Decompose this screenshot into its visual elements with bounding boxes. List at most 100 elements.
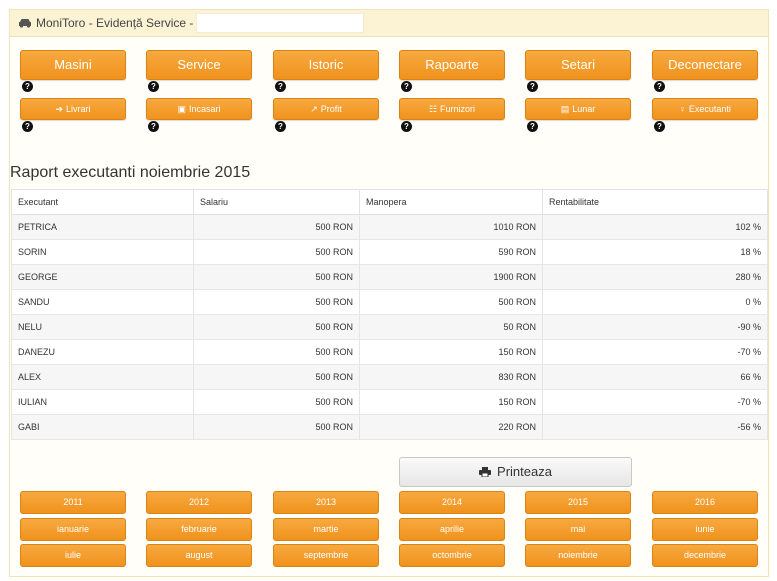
nav-istoric-button[interactable]: Istoric [273,50,379,80]
month-iulie-button[interactable]: iulie [20,544,126,567]
app-header: MoniToro - Evidență Service - [10,10,768,37]
month-octombrie-button[interactable]: octombrie [399,544,505,567]
year-2014-button[interactable]: 2014 [399,491,505,514]
cell-manopera: 1900 RON [359,264,543,290]
cell-rentabilitate: 66 % [542,364,768,390]
year-2015-button[interactable]: 2015 [525,491,631,514]
cell-rentabilitate: 102 % [542,214,768,240]
table-row: GABI 500 RON 220 RON -56 % [11,414,768,440]
year-2016-button[interactable]: 2016 [652,491,758,514]
month-aprilie-button[interactable]: aprilie [399,518,505,541]
print-button-label: Printeaza [497,464,552,479]
cell-executant: IULIAN [11,389,194,415]
cell-salariu: 500 RON [193,214,360,240]
column-header-executant[interactable]: Executant [11,189,194,215]
cell-executant: SANDU [11,289,194,315]
help-icon[interactable]: ? [275,81,286,92]
help-icon[interactable]: ? [654,121,665,132]
cell-salariu: 500 RON [193,364,360,390]
month-martie-button[interactable]: martie [273,518,379,541]
redacted-field [196,13,365,33]
nav-lunar-button[interactable]: ▤ Lunar [525,98,631,120]
nav-sub-label: Lunar [572,104,596,114]
table-row: SORIN 500 RON 590 RON 18 % [11,239,768,265]
cell-salariu: 500 RON [193,264,360,290]
help-icon[interactable]: ? [275,121,286,132]
cell-executant: ALEX [11,364,194,390]
print-button[interactable]: Printeaza [399,457,632,487]
sitemap-icon: ☷ [428,104,438,114]
cell-rentabilitate: -70 % [542,339,768,365]
nav-incasari-button[interactable]: ▣ Incasari [146,98,252,120]
month-ianuarie-button[interactable]: ianuarie [20,518,126,541]
table-row: NELU 500 RON 50 RON -90 % [11,314,768,340]
nav-deconectare-button[interactable]: Deconectare [652,50,758,80]
nav-sub-label: Furnizori [440,104,476,114]
nav-setari-button[interactable]: Setari [525,50,631,80]
printer-icon [479,467,492,477]
truck-icon: ➔ [55,104,64,114]
cell-manopera: 220 RON [359,414,543,440]
cell-salariu: 500 RON [193,389,360,415]
nav-sub-label: Executanti [688,104,731,114]
nav-furnizori-button[interactable]: ☷ Furnizori [399,98,505,120]
year-2013-button[interactable]: 2013 [273,491,379,514]
cell-manopera: 830 RON [359,364,543,390]
table-row: DANEZU 500 RON 150 RON -70 % [11,339,768,365]
table-row: PETRICA 500 RON 1010 RON 102 % [11,214,768,240]
cell-manopera: 50 RON [359,314,543,340]
cell-manopera: 500 RON [359,289,543,315]
table-row: IULIAN 500 RON 150 RON -70 % [11,389,768,415]
person-icon: ♀ [679,104,686,114]
month-mai-button[interactable]: mai [525,518,631,541]
nav-rapoarte-button[interactable]: Rapoarte [399,50,505,80]
cell-rentabilitate: 0 % [542,289,768,315]
cell-salariu: 500 RON [193,314,360,340]
table-row: SANDU 500 RON 500 RON 0 % [11,289,768,315]
chart-icon: ↗ [310,104,318,114]
help-icon[interactable]: ? [527,81,538,92]
cell-manopera: 1010 RON [359,214,543,240]
help-icon[interactable]: ? [401,81,412,92]
cell-executant: GABI [11,414,194,440]
report-title: Raport executanti noiembrie 2015 [10,164,251,181]
nav-executanti-button[interactable]: ♀ Executanti [652,98,758,120]
month-noiembrie-button[interactable]: noiembrie [525,544,631,567]
nav-livrari-button[interactable]: ➔ Livrari [20,98,126,120]
table-row: ALEX 500 RON 830 RON 66 % [11,364,768,390]
nav-profit-button[interactable]: ↗ Profit [273,98,379,120]
year-2012-button[interactable]: 2012 [146,491,252,514]
cell-manopera: 150 RON [359,389,543,415]
help-icon[interactable]: ? [22,121,33,132]
help-icon[interactable]: ? [148,81,159,92]
column-header-manopera[interactable]: Manopera [359,189,543,215]
month-august-button[interactable]: august [146,544,252,567]
month-septembrie-button[interactable]: septembrie [273,544,379,567]
cell-executant: SORIN [11,239,194,265]
help-icon[interactable]: ? [22,81,33,92]
calendar-icon: ▤ [560,104,570,114]
column-header-salariu[interactable]: Salariu [193,189,360,215]
month-februarie-button[interactable]: februarie [146,518,252,541]
column-header-rentabilitate[interactable]: Rentabilitate [542,189,768,215]
year-2011-button[interactable]: 2011 [20,491,126,514]
cell-salariu: 500 RON [193,339,360,365]
cell-executant: GEORGE [11,264,194,290]
month-decembrie-button[interactable]: decembrie [652,544,758,567]
help-icon[interactable]: ? [148,121,159,132]
cell-rentabilitate: -56 % [542,414,768,440]
help-icon[interactable]: ? [401,121,412,132]
nav-sub-label: Profit [320,104,342,114]
help-icon[interactable]: ? [527,121,538,132]
help-icon[interactable]: ? [654,81,665,92]
table-row: GEORGE 500 RON 1900 RON 280 % [11,264,768,290]
cell-rentabilitate: -90 % [542,314,768,340]
report-table: Executant Salariu Manopera Rentabilitate… [11,189,768,440]
cell-executant: NELU [11,314,194,340]
cell-executant: PETRICA [11,214,194,240]
month-iunie-button[interactable]: iunie [652,518,758,541]
nav-service-button[interactable]: Service [146,50,252,80]
nav-sub-label: Incasari [189,104,221,114]
cell-rentabilitate: 280 % [542,264,768,290]
nav-masini-button[interactable]: Masini [20,50,126,80]
